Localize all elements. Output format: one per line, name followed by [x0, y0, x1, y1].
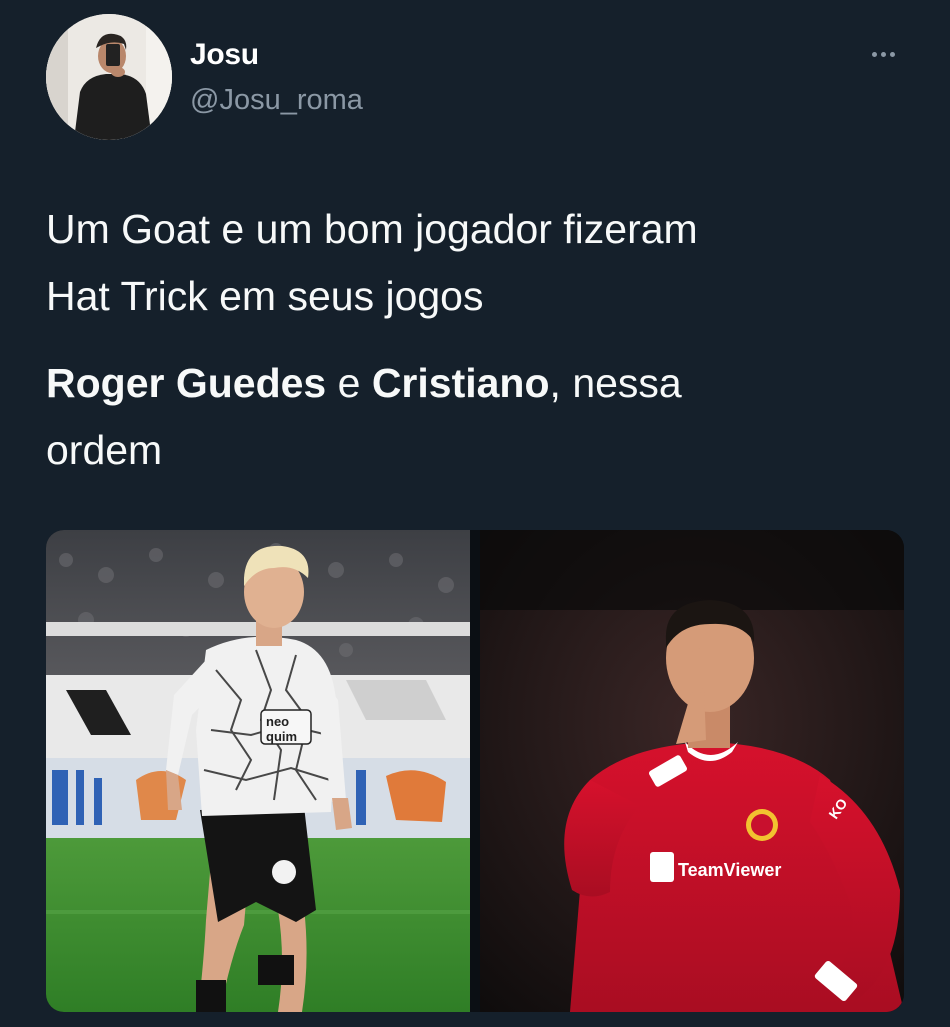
tweet-text-line: Hat Trick em seus jogos	[46, 273, 484, 319]
tweet-text-line: Roger Guedes e Cristiano, nessa	[46, 350, 906, 417]
tweet-card[interactable]: Josu @Josu_roma Um Goat e um bom jogador…	[0, 0, 950, 1027]
tweet-text-paragraph-1: Um Goat e um bom jogador fizeram Hat Tri…	[46, 196, 906, 330]
photo-right[interactable]: TeamViewer KO	[480, 530, 904, 1012]
connector-text: e	[326, 360, 372, 406]
trailing-text: , nessa	[549, 360, 682, 406]
photo-left[interactable]: neo quim	[46, 530, 470, 1012]
jersey-sponsor-text: neo	[266, 714, 289, 729]
shirt-sponsor-text: TeamViewer	[678, 860, 781, 880]
author-handle[interactable]: @Josu_roma	[190, 84, 363, 117]
media-grid: neo quim TeamViewer KO	[46, 530, 904, 1012]
bold-name: Cristiano	[371, 360, 550, 406]
tweet-text-paragraph-2: Roger Guedes e Cristiano, nessa ordem	[46, 350, 906, 484]
avatar-photo	[46, 14, 172, 140]
avatar[interactable]	[46, 14, 172, 140]
jersey-sponsor-text: quim	[266, 729, 297, 744]
more-icon[interactable]	[860, 40, 906, 68]
tweet-text-line: ordem	[46, 427, 163, 473]
author-display-name[interactable]: Josu	[190, 38, 259, 72]
united-player-photo: TeamViewer KO	[480, 530, 904, 1012]
corinthians-player-photo: neo quim	[46, 530, 470, 1012]
tweet-text-line: Um Goat e um bom jogador fizeram	[46, 206, 698, 252]
bold-name: Roger Guedes	[46, 360, 327, 406]
